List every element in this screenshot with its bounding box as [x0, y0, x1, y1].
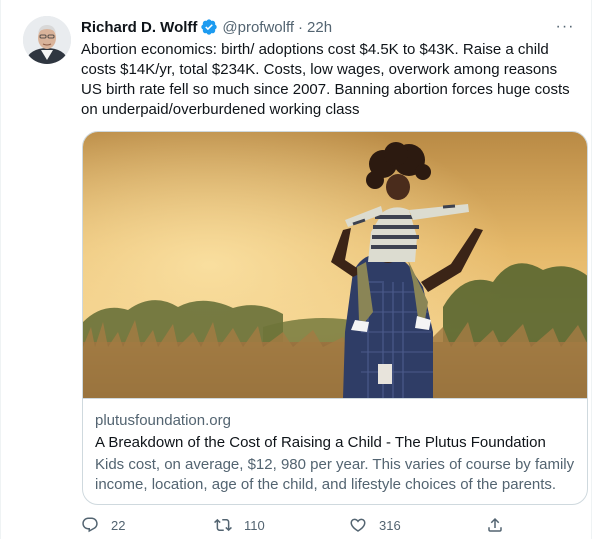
author-handle[interactable]: @profwolff	[222, 19, 294, 36]
tweet-container: Richard D. Wolff @profwolff · 22h ··· Ab…	[0, 0, 592, 539]
card-description: Kids cost, on average, $12, 980 per year…	[95, 456, 575, 493]
retweet-icon	[214, 518, 232, 532]
separator-dot: ·	[298, 18, 304, 36]
reply-button[interactable]: 22	[81, 516, 125, 534]
share-button[interactable]	[486, 516, 504, 534]
heart-icon	[350, 518, 366, 532]
action-bar: 22 110 316	[81, 514, 521, 536]
card-domain: plutusfoundation.org	[95, 412, 231, 429]
tweet-timestamp[interactable]: 22h	[307, 19, 332, 36]
tweet-text: Abortion economics: birth/ adoptions cos…	[81, 41, 570, 118]
like-button[interactable]: 316	[349, 516, 401, 534]
reply-count: 22	[111, 517, 126, 533]
card-image	[83, 132, 587, 398]
retweet-count: 110	[244, 517, 265, 533]
card-title: A Breakdown of the Cost of Raising a Chi…	[95, 434, 546, 451]
reply-icon	[82, 517, 98, 533]
retweet-button[interactable]: 110	[214, 516, 265, 534]
avatar-photo	[23, 16, 71, 64]
author-name[interactable]: Richard D. Wolff	[81, 19, 197, 36]
tweet-header: Richard D. Wolff @profwolff · 22h	[81, 16, 332, 38]
card-body: plutusfoundation.org A Breakdown of the …	[83, 398, 587, 495]
link-preview-card[interactable]: plutusfoundation.org A Breakdown of the …	[82, 131, 588, 505]
like-count: 316	[379, 517, 401, 533]
verified-badge-icon	[200, 18, 218, 36]
more-options-icon[interactable]: ···	[555, 17, 575, 37]
share-icon	[488, 517, 502, 532]
avatar[interactable]	[23, 16, 71, 64]
